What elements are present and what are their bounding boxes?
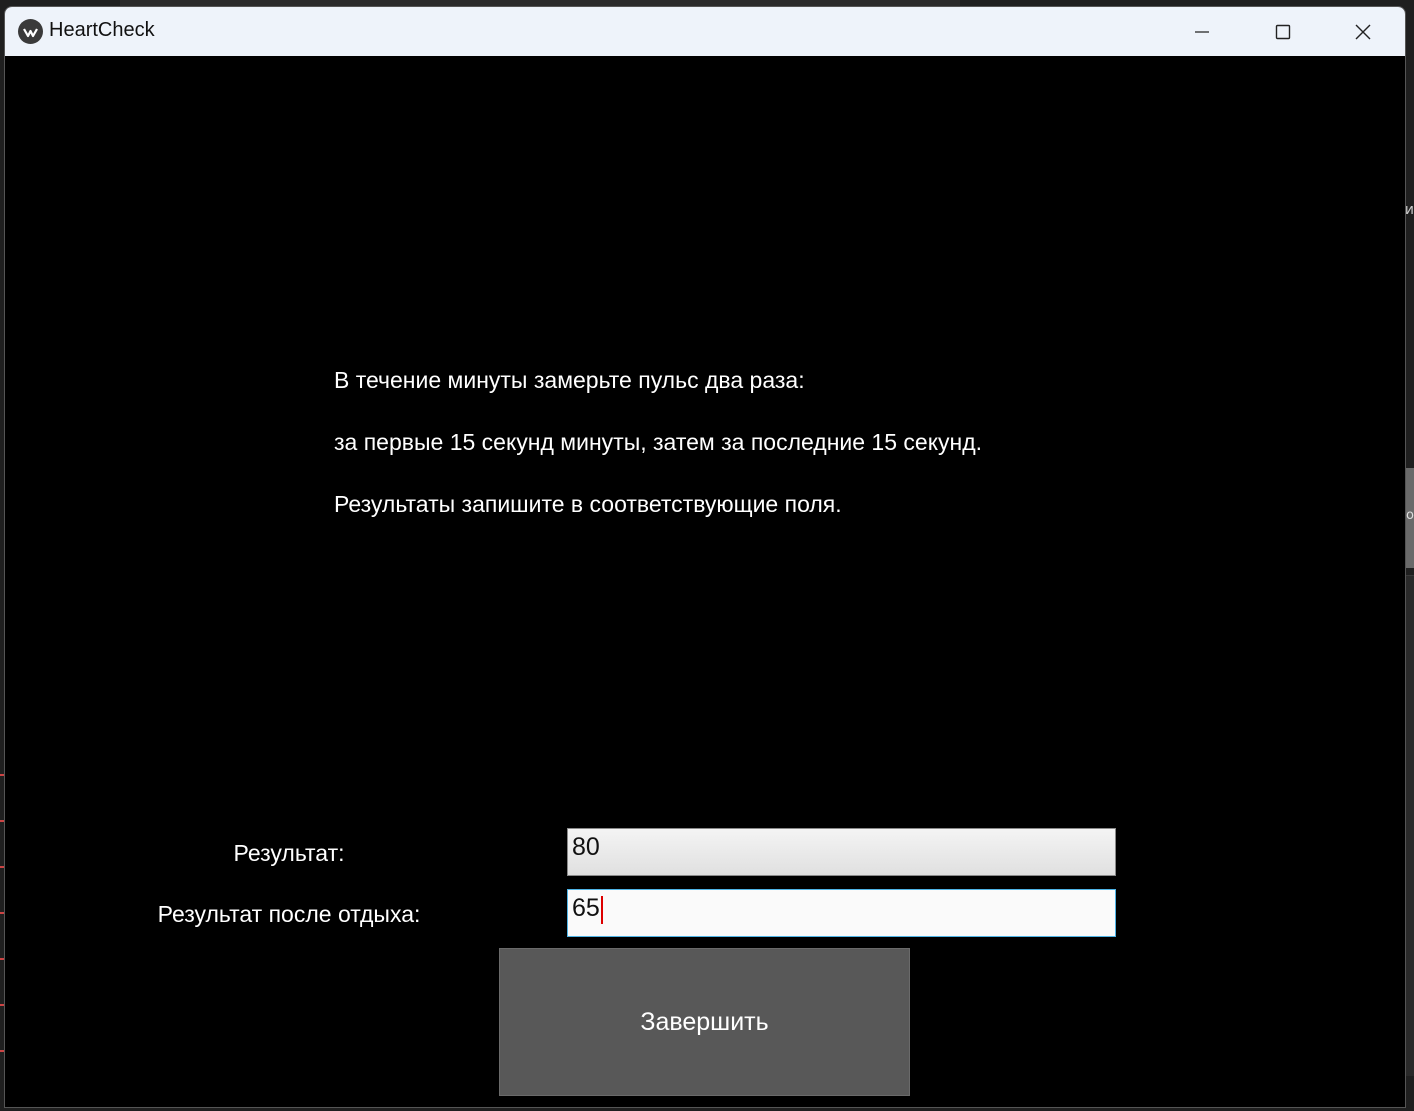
app-logo-icon — [18, 19, 43, 44]
rest-result-label: Результат после отдыха: — [157, 901, 421, 927]
instruction-line-1: В течение минуты замерьте пульс два раза… — [334, 367, 805, 393]
close-icon — [1355, 24, 1371, 39]
instruction-line-3: Результаты запишите в соответствующие по… — [334, 491, 842, 517]
result-input-value: 80 — [572, 833, 600, 861]
minimize-icon — [1195, 30, 1209, 33]
background-window-fragment-2: о — [1406, 508, 1414, 523]
maximize-icon — [1275, 24, 1291, 39]
rest-result-input[interactable]: 65 — [567, 889, 1116, 937]
minimize-button[interactable] — [1162, 7, 1242, 56]
finish-button[interactable]: Завершить — [499, 948, 910, 1096]
close-button[interactable] — [1323, 7, 1403, 56]
window-title: HeartCheck — [49, 19, 155, 41]
text-caret — [600, 896, 603, 924]
instruction-line-2: за первые 15 секунд минуты, затем за пос… — [334, 429, 983, 455]
background-window-fragment: и — [1404, 202, 1414, 218]
rest-result-input-value: 65 — [572, 894, 600, 922]
finish-button-label: Завершить — [640, 1007, 769, 1036]
main-content: В течение минуты замерьте пульс два раза… — [5, 56, 1405, 1107]
result-label: Результат: — [233, 840, 345, 866]
maximize-button[interactable] — [1243, 7, 1323, 56]
app-window: HeartCheck В течение минуты замерьте пул… — [4, 6, 1406, 1108]
result-input[interactable]: 80 — [567, 828, 1116, 876]
title-bar[interactable]: HeartCheck — [5, 7, 1405, 56]
